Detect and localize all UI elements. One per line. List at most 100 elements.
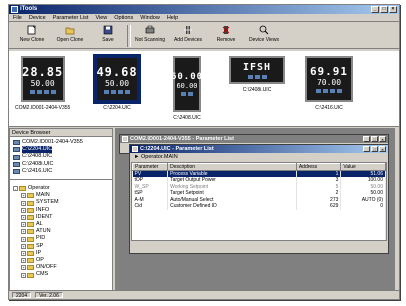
tree-folder[interactable]: + AL	[13, 221, 109, 228]
close-button[interactable]: ×	[379, 136, 386, 142]
device-label: C:\2408.UIC	[173, 115, 201, 121]
device-pv-readout: 69.91	[309, 65, 349, 78]
menu-parameter-list[interactable]: Parameter List	[53, 14, 89, 21]
tree-folder[interactable]: + OP	[13, 257, 109, 264]
window-icon	[132, 146, 138, 152]
computer-icon	[13, 154, 20, 160]
new-clone-label: New Clone	[19, 37, 45, 43]
minimize-button[interactable]: _	[371, 6, 379, 13]
device-view-2408i[interactable]: IFSH C:\2408i.UIC	[229, 56, 285, 93]
menu-options[interactable]: Options	[114, 14, 133, 21]
main-window: iTools _ □ × File Device Parameter List …	[8, 4, 400, 300]
menu-window[interactable]: Window	[140, 14, 160, 21]
tree-device-item[interactable]: COM2.ID001-2404-V355	[13, 139, 109, 146]
device-label: COM2.ID001-2404-V355	[15, 105, 71, 111]
tree-folder[interactable]: + IP	[13, 250, 109, 257]
expand-icon[interactable]: +	[21, 229, 26, 235]
menu-help[interactable]: Help	[167, 14, 178, 21]
device-sp-readout: 50.00	[30, 78, 55, 88]
menu-view[interactable]: View	[95, 14, 107, 21]
expand-icon[interactable]: +	[21, 207, 26, 213]
minimize-button[interactable]: _	[363, 146, 370, 152]
column-header-address[interactable]: Address	[295, 163, 342, 171]
remove-button[interactable]: Remove	[207, 22, 245, 43]
expand-icon[interactable]: +	[21, 200, 26, 206]
device-tree: COM2.ID001-2404-V355 C:\2204.UIC C:\2408…	[10, 137, 112, 177]
tree-folder[interactable]: + CMS	[13, 271, 109, 278]
add-devices-button[interactable]: Add Devices	[169, 22, 207, 43]
tree-device-item[interactable]: C:\2408i.UIC	[13, 161, 109, 168]
open-clone-label: Open Clone	[56, 37, 84, 43]
maximize-button[interactable]: □	[371, 146, 378, 152]
expand-icon[interactable]: +	[21, 193, 26, 199]
scan-icon	[145, 25, 155, 34]
save-button[interactable]: Save	[89, 22, 127, 43]
window-title: iTools	[20, 6, 38, 12]
device-label: C:\2416.UIC	[315, 105, 343, 111]
device-view-2408[interactable]: 60.00 60.00 C:\2408.UIC	[170, 56, 204, 121]
tree-folder[interactable]: + MAIN	[13, 192, 109, 199]
expand-icon[interactable]: +	[21, 222, 26, 228]
close-button[interactable]: ×	[379, 146, 386, 152]
child-title-bar: COM2.ID001-2404-V355 - Parameter List _ …	[120, 135, 388, 143]
computer-icon	[13, 140, 20, 146]
tree-folder[interactable]: + ON/OFF	[13, 264, 109, 271]
expand-icon[interactable]: +	[21, 243, 26, 249]
device-view-2416[interactable]: 69.91 70.00 C:\2416.UIC	[305, 56, 353, 111]
tree-folder[interactable]: + PID	[13, 235, 109, 242]
parameter-list-window-front[interactable]: C:\2204.UIC - Parameter List _ □ × ► Ope…	[129, 144, 389, 254]
expand-icon[interactable]: +	[21, 250, 26, 256]
expand-icon[interactable]: +	[21, 258, 26, 264]
not-scanning-button[interactable]: Not Scanning	[131, 22, 169, 43]
tree-folder[interactable]: + IDENT	[13, 214, 109, 221]
add-devices-icon	[184, 26, 192, 34]
expand-icon[interactable]: +	[21, 272, 26, 278]
menu-device[interactable]: Device	[29, 14, 46, 21]
device-pv-readout: 28.85	[22, 64, 64, 79]
tree-device-item[interactable]: C:\2408.UIC	[13, 153, 109, 160]
device-pv-readout: IFSH	[242, 61, 272, 73]
device-pv-readout: 60.00	[170, 72, 204, 82]
device-sp-readout: 70.00	[316, 78, 342, 87]
device-view-2204[interactable]: 49.68 50.00 C:\2204.UIC	[93, 54, 141, 111]
device-label: C:\2204.UIC	[103, 105, 131, 111]
expand-icon[interactable]: +	[21, 214, 26, 220]
open-clone-button[interactable]: Open Clone	[51, 22, 89, 43]
tree-folder[interactable]: + SP	[13, 243, 109, 250]
tree-device-item[interactable]: C:\2204.UIC	[13, 146, 109, 154]
device-view-2404[interactable]: 28.85 50.00 COM2.ID001-2404-V355	[15, 56, 70, 111]
column-header-value[interactable]: Value	[340, 163, 386, 171]
browser-splitter[interactable]	[10, 179, 112, 182]
device-sp-readout: 50.00	[104, 78, 130, 88]
status-version: Ver. 2.06	[35, 292, 63, 299]
status-bar: 2204 Ver. 2.06	[9, 290, 399, 299]
tree-folder[interactable]: + ATUN	[13, 228, 109, 235]
maximize-button[interactable]: □	[371, 136, 378, 142]
minimize-button[interactable]: _	[363, 136, 370, 142]
folder-icon	[27, 200, 34, 206]
device-views-button[interactable]: Device Views	[245, 22, 283, 43]
expand-icon[interactable]: +	[21, 236, 26, 242]
close-button[interactable]: ×	[389, 6, 397, 13]
device-face: 69.91 70.00	[305, 56, 353, 102]
menu-file[interactable]: File	[13, 14, 22, 21]
tree-folder[interactable]: + INFO	[13, 207, 109, 214]
save-icon	[103, 25, 113, 35]
device-face: 49.68 50.00	[93, 54, 141, 104]
device-label: C:\2408i.UIC	[242, 87, 272, 93]
tree-folder-operator[interactable]: - Operator	[13, 185, 109, 192]
tree-folder[interactable]: + SYSTEM	[13, 199, 109, 206]
remove-icon	[222, 26, 230, 34]
tree-device-item[interactable]: C:\2416.UIC	[13, 168, 109, 175]
parameter-table: Parameter Description Address Value PV P…	[131, 163, 386, 240]
expand-icon[interactable]: +	[21, 265, 26, 271]
folder-icon	[19, 186, 26, 192]
column-header-parameter[interactable]: Parameter	[131, 163, 169, 171]
not-scanning-label: Not Scanning	[134, 37, 166, 43]
folder-icon	[27, 265, 34, 271]
column-header-description[interactable]: Description	[167, 163, 297, 171]
new-clone-button[interactable]: New Clone	[13, 22, 51, 43]
child-window-title: C:\2204.UIC - Parameter List	[140, 146, 214, 152]
maximize-button[interactable]: □	[380, 6, 388, 13]
collapse-icon[interactable]: -	[13, 186, 18, 192]
